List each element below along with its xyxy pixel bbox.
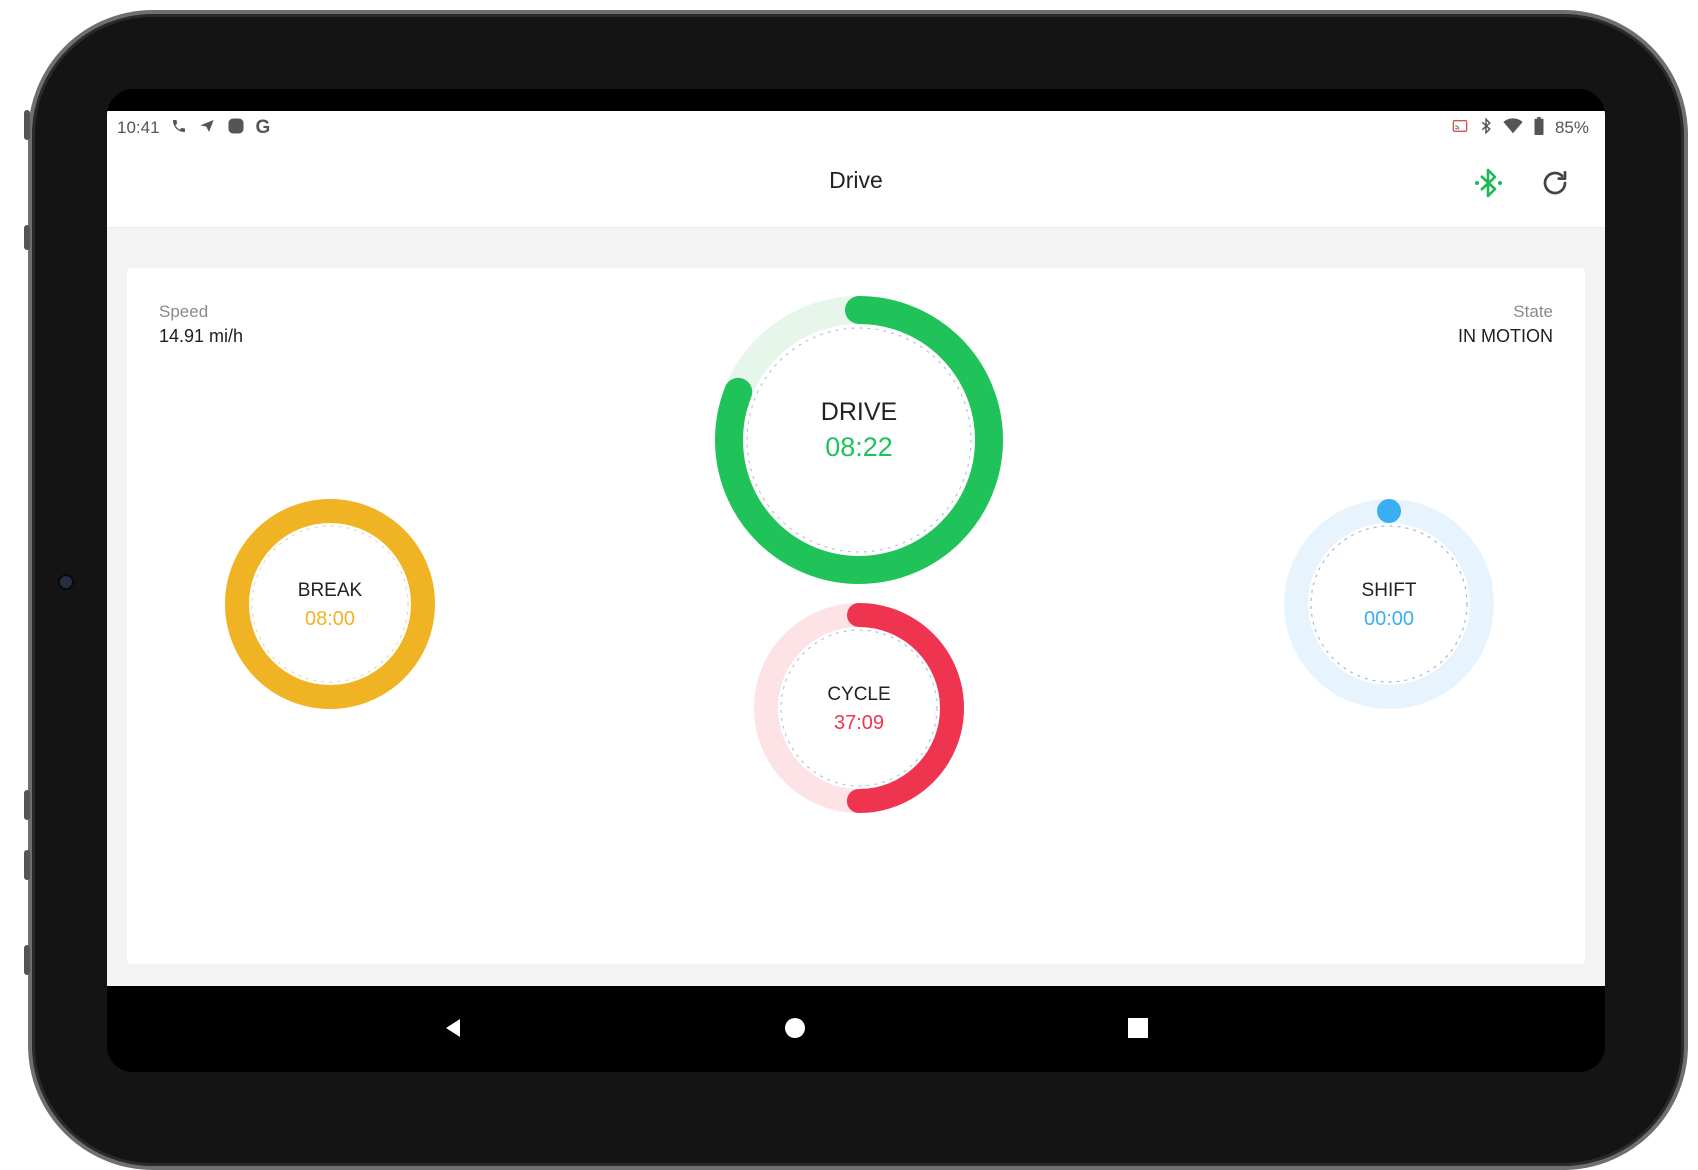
bluetooth-button[interactable] <box>1469 163 1509 203</box>
drive-gauge[interactable]: DRIVE 08:22 <box>713 294 1005 586</box>
cycle-gauge-value: 37:09 <box>833 712 885 734</box>
break-gauge-value: 08:00 <box>304 608 356 630</box>
tablet-side-button <box>24 110 30 140</box>
cycle-gauge-inner <box>780 629 938 787</box>
tablet-side-button <box>24 945 30 975</box>
recents-button[interactable] <box>1118 1008 1158 1048</box>
speed-label: Speed <box>159 302 209 321</box>
state-label: State <box>1513 302 1553 321</box>
shift-gauge[interactable]: SHIFT 00:00 <box>1283 498 1495 710</box>
status-time: 10:41 <box>117 118 160 137</box>
status-bar: 10:41 G 85% <box>107 111 1605 145</box>
break-gauge-label: BREAK <box>297 580 363 601</box>
front-camera <box>58 574 74 590</box>
shift-gauge-value: 00:00 <box>1363 608 1415 630</box>
break-gauge-inner <box>251 525 409 683</box>
wifi-icon <box>1503 117 1523 139</box>
speed-info: Speed 14.91 mi/h <box>159 302 243 347</box>
phone-icon <box>171 118 187 139</box>
cast-icon <box>1451 118 1469 139</box>
refresh-button[interactable] <box>1535 163 1575 203</box>
state-value: IN MOTION <box>1458 326 1553 346</box>
navigation-bar <box>107 986 1605 1072</box>
tablet-side-button <box>24 225 30 250</box>
cycle-gauge-label: CYCLE <box>827 684 891 705</box>
tablet-side-button <box>24 790 30 820</box>
shift-gauge-knob <box>1377 499 1401 523</box>
refresh-icon <box>1543 171 1567 195</box>
screen: 10:41 G 85% Drive Speed 14.91 mi/h State… <box>107 89 1605 1072</box>
drive-gauge-value: 08:22 <box>825 432 893 462</box>
page-title: Drive <box>829 167 883 193</box>
speed-value: 14.91 mi/h <box>159 326 244 346</box>
home-button[interactable] <box>775 1008 815 1048</box>
back-button[interactable] <box>433 1008 473 1048</box>
battery-icon <box>1534 116 1544 140</box>
app-icon <box>227 117 245 140</box>
shift-gauge-label: SHIFT <box>1361 580 1417 601</box>
send-icon <box>198 118 216 139</box>
break-gauge-arc <box>225 499 435 709</box>
home-icon <box>785 1018 805 1038</box>
shift-gauge-inner <box>1310 525 1468 683</box>
shift-gauge-track <box>1284 499 1494 709</box>
google-icon: G <box>255 117 271 138</box>
battery-percent: 85% <box>1554 118 1589 137</box>
app-bar: Drive <box>107 145 1605 228</box>
recents-icon <box>1128 1018 1148 1038</box>
cycle-gauge[interactable]: CYCLE 37:09 <box>753 602 965 814</box>
back-icon <box>446 1019 460 1037</box>
bluetooth-icon <box>1480 116 1492 140</box>
dashboard-card: Speed 14.91 mi/h State IN MOTION DRIVE 0… <box>127 268 1585 964</box>
content-area: Speed 14.91 mi/h State IN MOTION DRIVE 0… <box>107 228 1605 986</box>
state-info: State IN MOTION <box>1458 302 1553 347</box>
bluetooth-icon <box>1475 168 1502 198</box>
break-gauge[interactable]: BREAK 08:00 <box>224 498 436 710</box>
tablet-side-button <box>24 850 30 880</box>
drive-gauge-label: DRIVE <box>820 398 898 426</box>
